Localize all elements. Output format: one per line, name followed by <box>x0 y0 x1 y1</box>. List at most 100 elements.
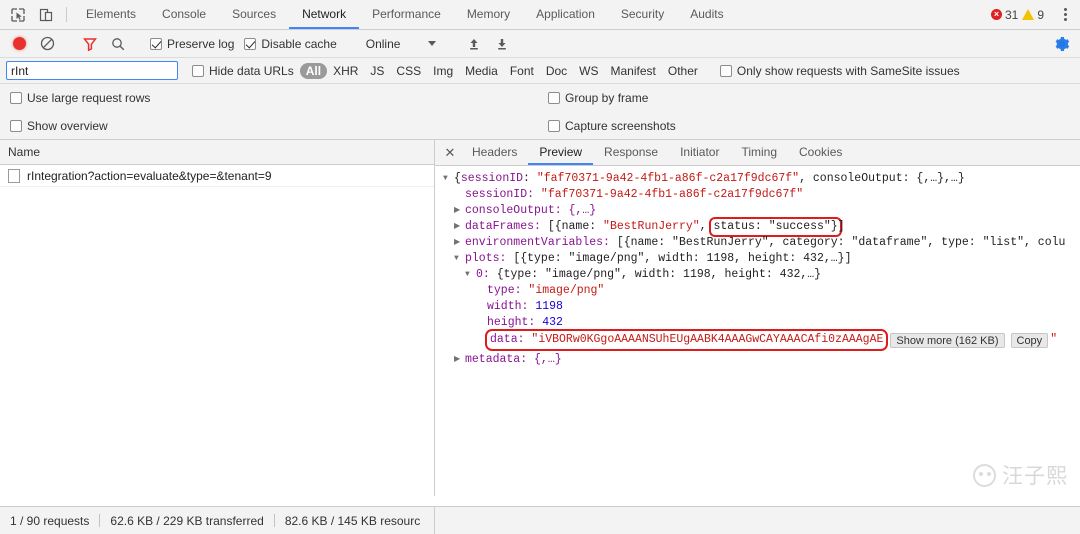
tab-response[interactable]: Response <box>593 140 669 165</box>
filter-type-img[interactable]: Img <box>427 62 459 80</box>
json-line-height[interactable]: height: 432 <box>443 315 1080 331</box>
json-key-consoleoutput: consoleOutput: {,…} <box>465 204 597 217</box>
disclosure-triangle-icon[interactable] <box>454 251 465 267</box>
json-dataframes-pre: [{name: <box>547 220 604 233</box>
status-requests: 1 / 90 requests <box>10 513 90 528</box>
group-by-frame-label: Group by frame <box>565 91 649 105</box>
disclosure-triangle-icon[interactable] <box>454 352 465 368</box>
filter-type-xhr[interactable]: XHR <box>327 62 364 80</box>
error-count-badge[interactable]: × 31 <box>990 8 1018 22</box>
options-row-2: Show overview Capture screenshots <box>0 112 1080 140</box>
watermark-logo-icon <box>973 463 996 487</box>
filter-type-font[interactable]: Font <box>504 62 540 80</box>
filter-icon[interactable] <box>77 33 103 55</box>
json-value-width: 1198 <box>535 300 563 313</box>
tab-elements[interactable]: Elements <box>73 0 149 29</box>
disclosure-triangle-icon[interactable] <box>465 267 476 283</box>
filter-type-all[interactable]: All <box>299 62 328 79</box>
samesite-issues-checkbox[interactable]: Only show requests with SameSite issues <box>718 64 966 78</box>
device-toolbar-icon[interactable] <box>32 0 60 29</box>
filter-type-other[interactable]: Other <box>662 62 704 80</box>
record-button[interactable] <box>6 37 32 50</box>
json-value-envvars: [{name: "BestRunJerry", category: "dataf… <box>616 236 1066 249</box>
tab-cookies[interactable]: Cookies <box>788 140 853 165</box>
checkbox-icon <box>244 37 257 50</box>
filter-type-css[interactable]: CSS <box>390 62 427 80</box>
json-line-plot-0[interactable]: 0: {type: "image/png", width: 1198, heig… <box>443 267 1080 283</box>
filter-bar: Hide data URLs All XHR JS CSS Img Media … <box>0 58 1080 84</box>
throttling-select[interactable]: Online <box>360 37 437 51</box>
json-value-plot-0: {type: "image/png", width: 1198, height:… <box>496 268 822 281</box>
status-bar: 1 / 90 requests 62.6 KB / 229 KB transfe… <box>0 506 1080 534</box>
request-column-header[interactable]: Name <box>0 140 434 165</box>
tab-console[interactable]: Console <box>149 0 219 29</box>
tab-timing[interactable]: Timing <box>730 140 788 165</box>
filter-input[interactable] <box>6 61 178 80</box>
json-value-sessionid: "faf70371-9a42-4fb1-a86f-c2a17f9dc67f" <box>536 172 800 185</box>
document-icon <box>8 168 20 183</box>
json-key-sessionid: sessionID <box>460 172 524 185</box>
json-line-consoleoutput[interactable]: consoleOutput: {,…} <box>443 203 1080 219</box>
tab-memory[interactable]: Memory <box>454 0 523 29</box>
json-line-width[interactable]: width: 1198 <box>443 299 1080 315</box>
json-line-sessionid[interactable]: sessionID: "faf70371-9a42-4fb1-a86f-c2a1… <box>443 187 1080 203</box>
use-large-rows-checkbox[interactable]: Use large request rows <box>8 91 156 105</box>
disclosure-triangle-icon[interactable] <box>454 219 465 235</box>
export-har-icon[interactable] <box>489 33 515 55</box>
tab-headers[interactable]: Headers <box>461 140 528 165</box>
clear-button[interactable] <box>34 33 60 55</box>
json-data-closing-quote: " <box>1050 333 1058 346</box>
tab-sources[interactable]: Sources <box>219 0 289 29</box>
json-key-metadata: metadata: {,…} <box>465 353 562 366</box>
close-icon[interactable]: ✕ <box>439 140 461 165</box>
tab-security[interactable]: Security <box>608 0 677 29</box>
json-line-type[interactable]: type: "image/png" <box>443 283 1080 299</box>
network-main-area: Name rIntegration?action=evaluate&type=&… <box>0 140 1080 496</box>
table-row[interactable]: rIntegration?action=evaluate&type=&tenan… <box>0 165 434 187</box>
tab-preview[interactable]: Preview <box>528 140 594 165</box>
tab-performance[interactable]: Performance <box>359 0 454 29</box>
search-icon[interactable] <box>105 33 131 55</box>
request-list-empty-area <box>0 187 434 496</box>
preserve-log-checkbox[interactable]: Preserve log <box>148 37 240 51</box>
json-line-environmentvariables[interactable]: environmentVariables: [{name: "BestRunJe… <box>443 235 1080 251</box>
hide-data-urls-checkbox[interactable]: Hide data URLs <box>190 64 300 78</box>
show-overview-label: Show overview <box>27 118 108 133</box>
error-icon: × <box>990 9 1002 20</box>
capture-screenshots-checkbox[interactable]: Capture screenshots <box>546 119 682 133</box>
show-overview-checkbox[interactable]: Show overview <box>8 119 114 133</box>
settings-gear-icon[interactable] <box>1054 36 1074 52</box>
filter-type-doc[interactable]: Doc <box>540 62 573 80</box>
filter-type-js[interactable]: JS <box>364 62 390 80</box>
import-har-icon[interactable] <box>461 33 487 55</box>
tab-network[interactable]: Network <box>289 0 360 29</box>
tab-audits[interactable]: Audits <box>677 0 736 29</box>
request-list-pane: Name rIntegration?action=evaluate&type=&… <box>0 140 435 496</box>
inspect-element-icon[interactable] <box>4 0 32 29</box>
json-root-line[interactable]: {sessionID: "faf70371-9a42-4fb1-a86f-c2a… <box>443 171 1080 187</box>
disclosure-triangle-icon[interactable] <box>454 203 465 219</box>
filter-type-media[interactable]: Media <box>459 62 504 80</box>
group-by-frame-checkbox[interactable]: Group by frame <box>546 91 654 105</box>
disable-cache-checkbox[interactable]: Disable cache <box>242 37 342 51</box>
filter-type-manifest[interactable]: Manifest <box>605 62 662 80</box>
disclosure-triangle-icon[interactable] <box>454 235 465 251</box>
watermark-text: 汪子熙 <box>1002 464 1068 488</box>
json-key-height: height: <box>487 316 543 329</box>
disclosure-triangle-icon[interactable] <box>443 171 454 187</box>
json-line-metadata[interactable]: metadata: {,…} <box>443 352 1080 368</box>
checkbox-icon <box>10 92 22 104</box>
record-icon <box>12 37 26 50</box>
warning-count-badge[interactable]: 9 <box>1022 8 1044 22</box>
tab-application[interactable]: Application <box>523 0 608 29</box>
tab-initiator[interactable]: Initiator <box>669 140 730 165</box>
copy-button[interactable]: Copy <box>1010 332 1049 348</box>
json-line-dataframes[interactable]: dataFrames: [{name: "BestRunJerry", stat… <box>443 217 1080 237</box>
network-toolbar: Preserve log Disable cache Online <box>0 30 1080 58</box>
json-line-plots[interactable]: plots: [{type: "image/png", width: 1198,… <box>443 251 1080 267</box>
filter-type-ws[interactable]: WS <box>573 62 604 80</box>
more-options-icon[interactable] <box>1057 8 1074 21</box>
show-more-button[interactable]: Show more (162 KB) <box>890 332 1005 348</box>
checkbox-icon <box>150 37 162 50</box>
json-line-data[interactable]: data: "iVBORw0KGgoAAAANSUhEUgAABK4AAAGwC… <box>443 329 1080 351</box>
